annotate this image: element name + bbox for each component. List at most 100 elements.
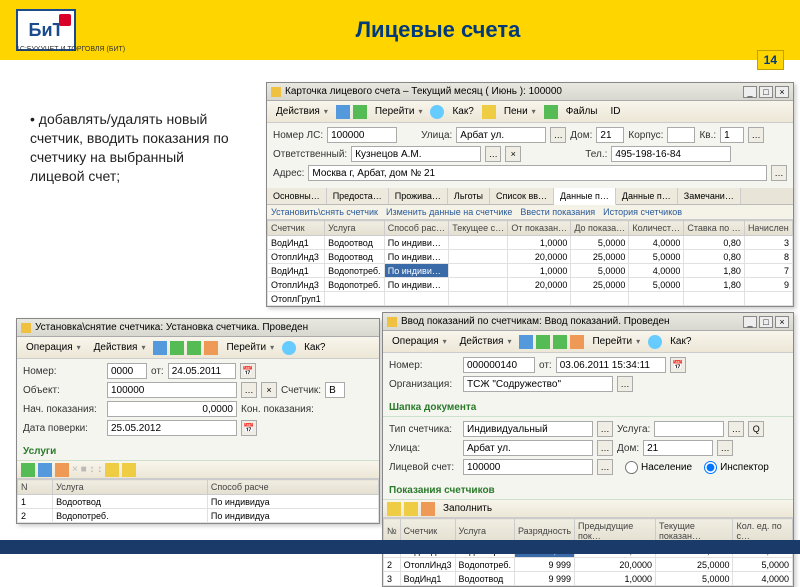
- num-input[interactable]: [107, 363, 147, 379]
- table-row[interactable]: ВодИнд1Водопотреб.По индиви…1,00005,0000…: [268, 264, 793, 278]
- op-menu[interactable]: Операция: [21, 340, 86, 355]
- subbar-link[interactable]: Установить\снять счетчик: [271, 207, 378, 217]
- files-button[interactable]: Файлы: [561, 104, 603, 119]
- num-input[interactable]: [463, 357, 535, 373]
- del-icon[interactable]: [55, 463, 69, 477]
- table-row[interactable]: 2ОтоплИнд3Водопотреб.9 99920,000025,0000…: [384, 558, 793, 572]
- type-pick[interactable]: …: [597, 421, 613, 437]
- table-row[interactable]: 3ВодИнд1Водоотвод9 9991,00005,00004,0000: [384, 572, 793, 586]
- actions-menu[interactable]: Действия: [89, 340, 151, 355]
- type-input[interactable]: [463, 421, 593, 437]
- addr-input[interactable]: [308, 165, 767, 181]
- goto-menu[interactable]: Перейти: [221, 340, 279, 355]
- subbar-link[interactable]: История счетчиков: [603, 207, 682, 217]
- tab[interactable]: Список вв…: [490, 188, 554, 204]
- how-button[interactable]: Как?: [447, 104, 478, 119]
- minimize-button[interactable]: _: [743, 316, 757, 328]
- post-icon[interactable]: [553, 335, 567, 349]
- pov-pick[interactable]: 📅: [241, 420, 257, 436]
- edit-icon[interactable]: [38, 463, 52, 477]
- sort-za-icon[interactable]: [122, 463, 136, 477]
- table-row[interactable]: ВодИнд1ВодоотводПо индиви…1,00005,00004,…: [268, 236, 793, 250]
- korp-input[interactable]: [667, 127, 695, 143]
- tab[interactable]: Основны…: [267, 188, 327, 204]
- street-input[interactable]: [456, 127, 546, 143]
- meters-table[interactable]: СчетчикУслугаСпособ рас…Текущее с…От пок…: [267, 220, 793, 306]
- warn-icon[interactable]: [482, 105, 496, 119]
- close-button[interactable]: ×: [775, 86, 789, 98]
- date-pick[interactable]: 📅: [240, 363, 256, 379]
- org-input[interactable]: [463, 376, 613, 392]
- resp-clear[interactable]: ×: [505, 146, 521, 162]
- table-row[interactable]: 1ВодоотводПо индивидуа: [18, 495, 379, 509]
- usl-q[interactable]: Q: [748, 421, 764, 437]
- how-button[interactable]: Как?: [665, 334, 696, 349]
- addr-pick[interactable]: …: [771, 165, 787, 181]
- usl-input[interactable]: [654, 421, 724, 437]
- usl-pick[interactable]: …: [728, 421, 744, 437]
- obj-pick[interactable]: …: [241, 382, 257, 398]
- help-icon[interactable]: [648, 335, 662, 349]
- tab[interactable]: Прожива…: [389, 188, 448, 204]
- ok-icon[interactable]: [536, 335, 550, 349]
- street-pick[interactable]: …: [597, 440, 613, 456]
- maximize-button[interactable]: □: [759, 86, 773, 98]
- peni-menu[interactable]: Пени: [499, 104, 541, 119]
- cnt-input[interactable]: [325, 382, 345, 398]
- id-button[interactable]: ID: [605, 104, 625, 119]
- house-input[interactable]: [643, 440, 713, 456]
- actions-menu[interactable]: Действия: [455, 334, 517, 349]
- table-row[interactable]: 2Водопотреб.По индивидуа: [18, 509, 379, 523]
- copy-icon[interactable]: [570, 335, 584, 349]
- nach-input[interactable]: [107, 401, 237, 417]
- ls-input[interactable]: [327, 127, 397, 143]
- post-icon[interactable]: [187, 341, 201, 355]
- tab[interactable]: Замечани…: [678, 188, 741, 204]
- close-button[interactable]: ×: [775, 316, 789, 328]
- obj-clear[interactable]: ×: [261, 382, 277, 398]
- sort-icon[interactable]: [387, 502, 401, 516]
- sort-az-icon[interactable]: [105, 463, 119, 477]
- ok-icon[interactable]: [170, 341, 184, 355]
- services-table[interactable]: NУслугаСпособ расче 1ВодоотводПо индивид…: [17, 479, 379, 523]
- goto-menu[interactable]: Перейти: [370, 104, 428, 119]
- org-pick[interactable]: …: [617, 376, 633, 392]
- pov-input[interactable]: [107, 420, 237, 436]
- tab[interactable]: Предоста…: [327, 188, 389, 204]
- street-pick[interactable]: …: [550, 127, 566, 143]
- fill-button[interactable]: Заполнить: [438, 501, 497, 516]
- date-input[interactable]: [556, 357, 666, 373]
- help-icon[interactable]: [430, 105, 444, 119]
- save-icon[interactable]: [153, 341, 167, 355]
- house-pick[interactable]: …: [717, 440, 733, 456]
- help-icon[interactable]: [282, 341, 296, 355]
- how-button[interactable]: Как?: [299, 340, 330, 355]
- minimize-button[interactable]: _: [743, 86, 757, 98]
- sort2-icon[interactable]: [404, 502, 418, 516]
- kv-pick[interactable]: …: [748, 127, 764, 143]
- fill-icon[interactable]: [421, 502, 435, 516]
- goto-menu[interactable]: Перейти: [587, 334, 645, 349]
- ls-pick[interactable]: …: [597, 459, 613, 475]
- house-input[interactable]: [596, 127, 624, 143]
- tab[interactable]: Льготы: [448, 188, 490, 204]
- table-row[interactable]: ОтоплГруп1: [268, 292, 793, 306]
- date-pick[interactable]: 📅: [670, 357, 686, 373]
- subbar-link[interactable]: Ввести показания: [520, 207, 595, 217]
- save-icon[interactable]: [336, 105, 350, 119]
- subbar-link[interactable]: Изменить данные на счетчике: [386, 207, 512, 217]
- refresh-icon[interactable]: [353, 105, 367, 119]
- radio-population[interactable]: Население: [625, 461, 692, 474]
- ls-input[interactable]: [463, 459, 593, 475]
- tab[interactable]: Данные п…: [616, 188, 678, 204]
- add-icon[interactable]: [21, 463, 35, 477]
- tel-input[interactable]: [611, 146, 731, 162]
- resp-input[interactable]: [351, 146, 481, 162]
- resp-pick[interactable]: …: [485, 146, 501, 162]
- tab[interactable]: Данные п…: [554, 188, 616, 205]
- actions-menu[interactable]: Действия: [271, 104, 333, 119]
- street-input[interactable]: [463, 440, 593, 456]
- obj-input[interactable]: [107, 382, 237, 398]
- clip-icon[interactable]: [544, 105, 558, 119]
- op-menu[interactable]: Операция: [387, 334, 452, 349]
